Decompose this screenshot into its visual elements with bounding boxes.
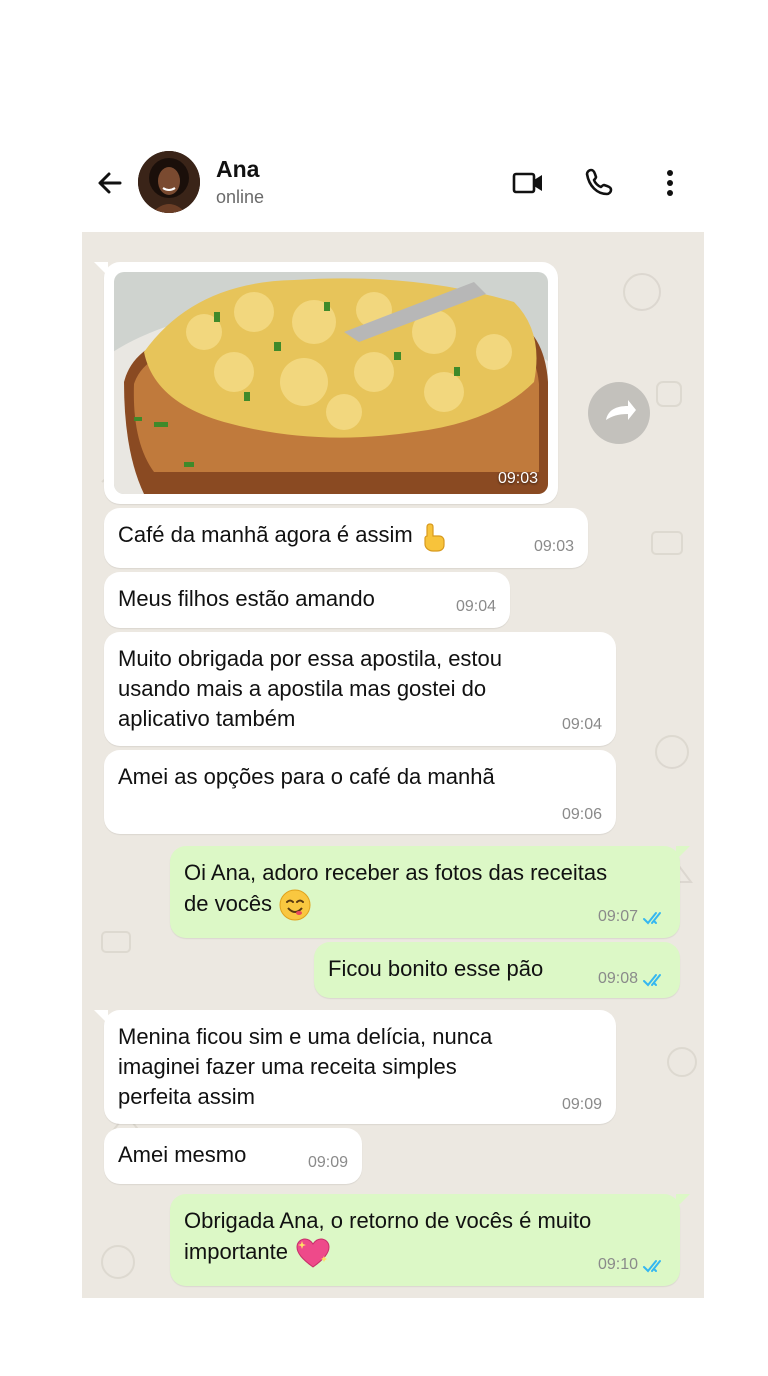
message-time: 09:04 [455,598,496,615]
smiling-face-icon [279,889,311,921]
read-receipt-icon [643,912,661,925]
message-text: Meus filhos estão amando [118,586,375,611]
video-call-icon[interactable] [510,165,546,201]
message-line: Menina ficou sim e uma delícia, nunca [118,1024,493,1049]
message-line: Obrigada Ana, o retorno de vocês é muito [184,1208,592,1233]
message-time: 09:03 [533,538,574,555]
message-text: Café da manhã agora é assim [118,522,413,547]
contact-name[interactable]: Ana [216,156,259,183]
avatar[interactable] [138,151,200,213]
read-receipt-icon [643,1260,661,1273]
pointing-up-icon [424,523,445,552]
message-line: Muito obrigada por essa apostila, estou [118,646,503,671]
message-line: imaginei fazer uma receita simples [118,1054,457,1079]
message-bubble-incoming[interactable]: Muito obrigada por essa apostila, estou … [104,632,616,746]
message-bubble-incoming[interactable]: Menina ficou sim e uma delícia, nunca im… [94,1010,616,1124]
message-bubble-outgoing[interactable]: Ficou bonito esse pão 09:08 [314,942,680,998]
message-time: 09:09 [307,1154,348,1171]
message-time: 09:07 [597,908,638,925]
message-text: Amei mesmo [118,1142,247,1167]
sparkling-heart-icon [296,1238,330,1268]
message-line: de vocês [184,890,273,916]
message-bubble-outgoing[interactable]: Oi Ana, adoro receber as fotos das recei… [170,846,690,938]
message-line: importante [184,1238,288,1264]
message-time: 09:08 [597,970,638,987]
message-line: aplicativo também [118,706,296,731]
more-options-icon[interactable] [652,165,688,201]
back-arrow-icon[interactable] [94,167,126,199]
message-time: 09:10 [597,1256,638,1273]
message-line: usando mais a apostila mas gostei do [118,676,487,701]
message-bubble-outgoing[interactable]: Obrigada Ana, o retorno de vocês é muito… [170,1194,690,1286]
food-photo[interactable]: 09:03 [114,272,548,494]
message-bubble-incoming[interactable]: Amei as opções para o café da manhã 09:0… [104,750,616,834]
message-line: perfeita assim [118,1084,255,1109]
message-image-bubble[interactable]: 09:03 [94,262,650,504]
phone-call-icon[interactable] [582,165,618,201]
contact-status: online [216,187,265,207]
chat-area[interactable]: 09:03 Café da manhã agora é assim 09:03 … [82,232,704,1298]
message-bubble-incoming[interactable]: Amei mesmo 09:09 [104,1128,362,1184]
message-time: 09:09 [561,1096,602,1113]
message-text: Ficou bonito esse pão [328,956,544,981]
forward-icon[interactable] [588,382,650,444]
message-bubble-incoming[interactable]: Meus filhos estão amando 09:04 [104,572,510,628]
message-time: 09:04 [561,716,602,733]
message-bubble-incoming[interactable]: Café da manhã agora é assim 09:03 [104,508,588,568]
message-text: Amei as opções para o café da manhã [118,764,495,789]
chat-header: Ana online [82,140,704,232]
message-time: 09:06 [561,806,602,823]
message-line: Oi Ana, adoro receber as fotos das recei… [184,860,608,885]
message-time: 09:03 [497,470,538,487]
read-receipt-icon [643,974,661,987]
